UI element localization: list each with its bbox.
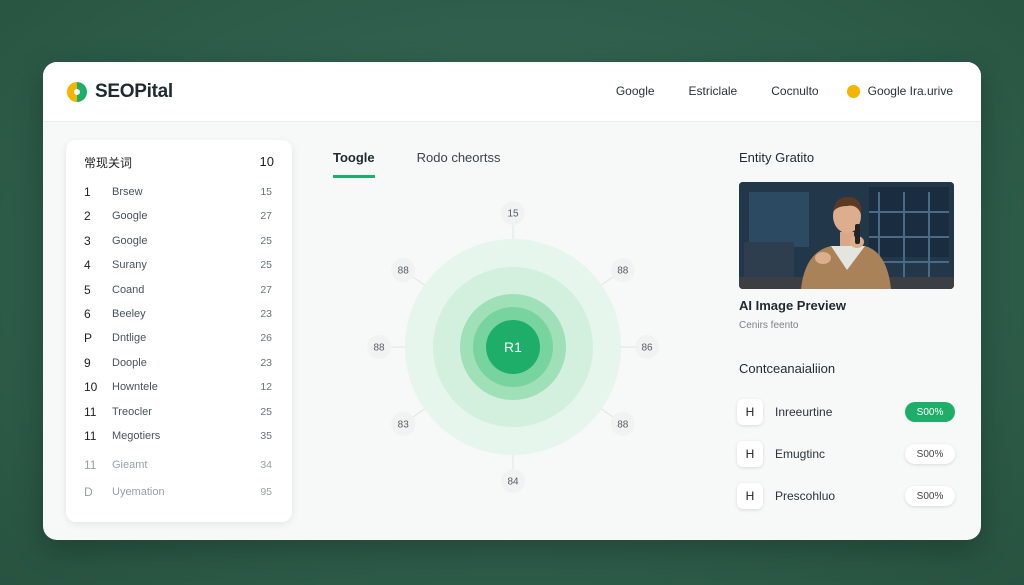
keyword-label: Beeley [112,308,146,320]
keyword-value: 23 [260,308,272,320]
nav-item-cocnulto[interactable]: Cocnulto [771,84,818,98]
graph-node-label: 15 [507,209,519,220]
user-menu[interactable]: Google Ira.urive [846,84,953,98]
keyword-rank: 9 [84,356,91,370]
graph-center-label: R1 [504,339,522,355]
keyword-value: 26 [260,332,272,344]
keyword-label: Google [112,235,148,247]
app-name: SEOPital [95,81,173,102]
keyword-value: 25 [260,235,272,247]
keyword-rank: 10 [84,380,98,394]
concentration-toggle[interactable]: S00% [905,402,955,422]
keyword-row[interactable]: 6 Beeley 23 [84,304,272,324]
entity-graph: R1 15 88 86 88 84 83 88 88 [367,201,659,493]
keyword-rank: 11 [84,429,97,443]
keyword-row[interactable]: P Dntlige 26 [84,328,272,348]
graph-node-label: 88 [617,419,629,430]
keyword-label: Doople [112,357,147,369]
concentration-label: Inreeurtine [775,405,833,419]
keyword-label: Howntele [112,381,158,393]
keyword-label: Coand [112,284,145,296]
keyword-value: 34 [260,459,272,471]
concentration-row: H Inreeurtine S00% [737,398,955,426]
keyword-row[interactable]: 4 Surany 25 [84,255,272,275]
keyword-row[interactable]: D Uyemation 95 [84,482,272,502]
keyword-rank: 1 [84,185,91,199]
keyword-row[interactable]: 2 Google 27 [84,206,272,226]
graph-node-label: 88 [398,266,410,277]
top-nav: Google Estriclale Cocnulto Google Ira.ur… [582,84,953,98]
concentration-toggle[interactable]: S00% [905,444,955,464]
nav-item-google[interactable]: Google [616,84,655,98]
h-badge: H [737,399,763,425]
seopital-logo-icon [66,81,88,103]
concentration-label: Prescohluo [775,489,836,503]
graph-node-label: 83 [398,419,410,430]
keyword-rank: P [84,331,93,345]
keyword-row[interactable]: 10 Howntele 12 [84,377,272,397]
keyword-panel-header: 常现关词 10 [84,154,274,171]
keyword-panel-title: 常现关词 [84,156,133,170]
keyword-row[interactable]: 11 Treocler 25 [84,402,272,422]
keyword-value: 12 [260,381,272,393]
keyword-rank: 3 [84,234,91,248]
keyword-count: 10 [259,154,274,169]
tab-toogle[interactable]: Toogle [333,150,375,178]
keyword-label: Surany [112,259,147,271]
keyword-rank: 4 [84,258,91,272]
header: SEOPital Google Estriclale Cocnulto Goog… [43,62,981,122]
user-label: Google Ira.urive [867,84,953,98]
user-status-dot-icon [846,84,860,98]
keyword-label: Dntlige [112,332,147,344]
keyword-label: Uyemation [112,486,165,498]
concentration-title: Contceanaialiion [739,361,836,376]
keyword-row[interactable]: 1 Brsew 15 [84,182,272,202]
keyword-value: 95 [260,486,272,498]
keyword-panel: 常现关词 10 1 Brsew 15 2 Google 27 3 Google 25 4 Suran… [66,140,292,522]
preview-title: AI Image Preview [739,298,846,313]
h-badge: H [737,441,763,467]
keyword-rank: 2 [84,209,91,223]
keyword-rank: D [84,485,93,499]
entity-title: Entity Gratito [739,150,815,165]
keyword-label: Google [112,210,148,222]
graph-tabs: Toogle Rodo cheortss [333,150,542,178]
keyword-row[interactable]: 3 Google 25 [84,231,272,251]
concentration-row: H Prescohluo S00% [737,482,955,510]
graph-node-label: 86 [641,343,653,354]
keyword-value: 23 [260,357,272,369]
logo[interactable]: SEOPital [66,81,173,103]
concentration-toggle[interactable]: S00% [905,486,955,506]
graph-node-label: 84 [507,477,519,488]
keyword-value: 25 [260,259,272,271]
keyword-rank: 11 [84,458,97,472]
keyword-rank: 5 [84,283,91,297]
keyword-label: Brsew [112,186,143,198]
tab-rodo-cheortss[interactable]: Rodo cheortss [417,150,501,178]
keyword-rank: 11 [84,405,97,419]
concentration-row: H Emugtinc S00% [737,440,955,468]
keyword-value: 25 [260,406,272,418]
keyword-label: Treocler [112,406,152,418]
keyword-row[interactable]: 5 Coand 27 [84,280,272,300]
keyword-label: Gieamt [112,459,148,471]
graph-node-label: 88 [617,266,629,277]
keyword-rank: 6 [84,307,91,321]
ai-image-preview[interactable] [739,182,954,289]
h-badge: H [737,483,763,509]
keyword-value: 27 [260,210,272,222]
graph-node-label: 88 [373,343,385,354]
keyword-value: 15 [260,186,272,198]
app-window: SEOPital Google Estriclale Cocnulto Goog… [43,62,981,540]
keyword-row[interactable]: 11 Megotiers 35 [84,426,272,446]
keyword-row[interactable]: 11 Gieamt 34 [84,455,272,475]
keyword-row[interactable]: 9 Doople 23 [84,353,272,373]
preview-subtitle: Cenirs feento [739,320,799,331]
nav-item-estriclale[interactable]: Estriclale [689,84,738,98]
concentration-label: Emugtinc [775,447,826,461]
keyword-value: 35 [260,430,272,442]
keyword-label: Megotiers [112,430,161,442]
keyword-value: 27 [260,284,272,296]
